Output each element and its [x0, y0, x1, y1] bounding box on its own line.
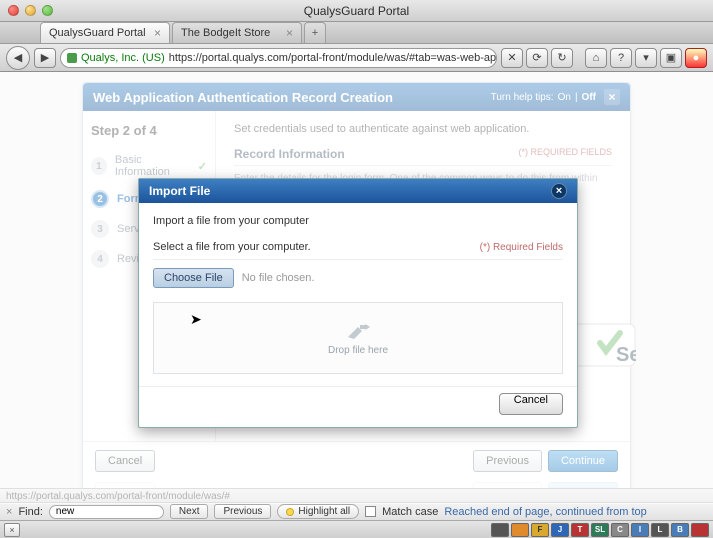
home-button[interactable]: ⌂	[585, 48, 607, 68]
tab-label: The BodgeIt Store	[181, 27, 270, 39]
tab-bodgeit[interactable]: The BodgeIt Store ×	[172, 22, 302, 43]
site-identity: Qualys, Inc. (US)	[81, 52, 165, 64]
addon-bar: × F J T SL C I L B	[0, 520, 713, 538]
upload-icon	[344, 321, 372, 341]
downloads-button[interactable]: ▾	[635, 48, 657, 68]
choose-file-button[interactable]: Choose File	[153, 268, 234, 288]
modal-subtitle: Import a file from your computer	[153, 215, 563, 227]
help-tips-toggle[interactable]: Turn help tips: On | Off	[491, 92, 596, 103]
url-text: https://portal.qualys.com/portal-front/m…	[169, 52, 497, 64]
find-input[interactable]	[49, 505, 164, 519]
step-heading: Step 2 of 4	[91, 123, 207, 138]
bookmark-button[interactable]: ▣	[660, 48, 682, 68]
cancel-button[interactable]: Cancel	[95, 450, 155, 472]
svg-text:Se: Se	[616, 344, 636, 366]
addon-item[interactable]: L	[651, 523, 669, 537]
help-button[interactable]: ?	[610, 48, 632, 68]
tab-label: QualysGuard Portal	[49, 27, 146, 39]
back-button[interactable]: ◀	[6, 46, 30, 70]
no-file-label: No file chosen.	[242, 272, 315, 284]
select-file-label: Select a file from your computer.	[153, 241, 311, 253]
reload-button[interactable]: ↻	[551, 48, 573, 68]
page-content: Web Application Authentication Record Cr…	[0, 72, 713, 504]
file-drop-zone[interactable]: Drop file here	[153, 302, 563, 374]
close-icon[interactable]: ×	[604, 89, 620, 105]
find-status-message: Reached end of page, continued from top	[444, 506, 646, 518]
addon-item[interactable]: I	[631, 523, 649, 537]
drop-label: Drop file here	[328, 345, 388, 356]
cancel-button[interactable]: Cancel	[499, 393, 563, 415]
modal-header: Import File ×	[139, 179, 577, 203]
tab-strip: QualysGuard Portal × The BodgeIt Store ×…	[0, 22, 713, 44]
highlight-all-button[interactable]: Highlight all	[277, 504, 359, 519]
close-tab-icon[interactable]: ×	[154, 26, 161, 40]
addon-item[interactable]: SL	[591, 523, 609, 537]
addon-item[interactable]	[691, 523, 709, 537]
lock-icon	[67, 53, 77, 63]
modal-title: Import File	[149, 184, 210, 198]
forward-button[interactable]: ▶	[34, 48, 56, 68]
addon-item[interactable]: B	[671, 523, 689, 537]
stop-button[interactable]: ✕	[501, 48, 523, 68]
addon-bar-close-icon[interactable]: ×	[4, 523, 20, 537]
navigation-toolbar: ◀ ▶ Qualys, Inc. (US) https://portal.qua…	[0, 44, 713, 72]
continue-button[interactable]: Continue	[548, 450, 618, 472]
addon-item[interactable]: T	[571, 523, 589, 537]
addon-item[interactable]	[511, 523, 529, 537]
wizard-header: Web Application Authentication Record Cr…	[83, 83, 630, 111]
addon-button[interactable]: ●	[685, 48, 707, 68]
highlight-icon	[286, 508, 294, 516]
match-case-label: Match case	[382, 506, 438, 518]
wizard-footer: Cancel Previous Continue	[83, 441, 630, 480]
close-findbar-icon[interactable]: ×	[6, 506, 12, 518]
addon-item[interactable]	[491, 523, 509, 537]
find-label: Find:	[18, 506, 42, 518]
addon-item[interactable]: F	[531, 523, 549, 537]
addon-item[interactable]: C	[611, 523, 629, 537]
new-tab-button[interactable]: +	[304, 22, 326, 43]
close-tab-icon[interactable]: ×	[286, 26, 293, 40]
match-case-checkbox[interactable]	[365, 506, 376, 517]
addon-item[interactable]: J	[551, 523, 569, 537]
find-next-button[interactable]: Next	[170, 504, 209, 519]
window-titlebar: QualysGuard Portal	[0, 0, 713, 22]
status-text: https://portal.qualys.com/portal-front/m…	[6, 491, 230, 502]
tab-qualys[interactable]: QualysGuard Portal ×	[40, 22, 170, 43]
wizard-title: Web Application Authentication Record Cr…	[93, 90, 393, 105]
address-bar[interactable]: Qualys, Inc. (US) https://portal.qualys.…	[60, 48, 497, 68]
find-bar: × Find: Next Previous Highlight all Matc…	[0, 502, 713, 520]
go-button[interactable]: ⟳	[526, 48, 548, 68]
required-fields-label: (*) Required Fields	[480, 242, 563, 253]
close-icon[interactable]: ×	[551, 183, 567, 199]
import-file-modal: Import File × Import a file from your co…	[138, 178, 578, 428]
wizard-intro: Set credentials used to authenticate aga…	[234, 123, 612, 135]
find-previous-button[interactable]: Previous	[214, 504, 271, 519]
section-header: Record Information (*) REQUIRED FIELDS	[234, 147, 612, 166]
previous-button[interactable]: Previous	[473, 450, 542, 472]
window-title: QualysGuard Portal	[0, 4, 713, 18]
